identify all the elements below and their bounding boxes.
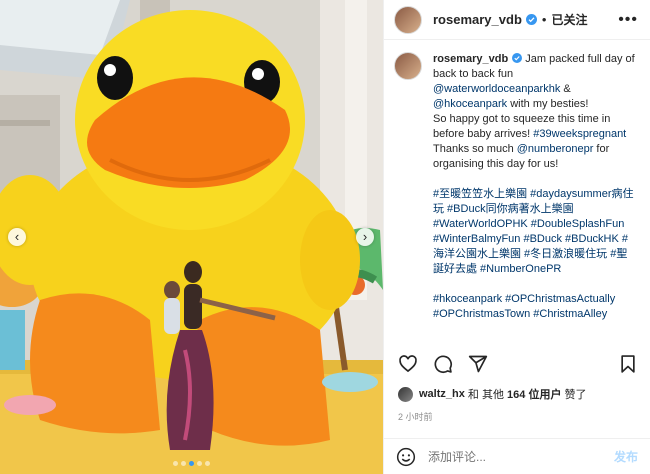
verified-badge-icon bbox=[512, 53, 523, 63]
carousel-dot bbox=[197, 461, 202, 466]
emoji-icon[interactable] bbox=[396, 447, 416, 467]
comment-icon[interactable] bbox=[433, 354, 453, 374]
mention-link[interactable]: @waterworldoceanparkhk bbox=[433, 83, 560, 95]
post-details: rosemary_vdb • 已关注 ••• rosemary_vdb Jam … bbox=[383, 0, 650, 474]
follow-status-button[interactable]: 已关注 bbox=[551, 11, 587, 28]
carousel-prev-button[interactable]: ‹ bbox=[8, 228, 26, 246]
carousel-next-button[interactable]: › bbox=[356, 228, 374, 246]
caption-line: Thanks so much bbox=[433, 143, 517, 155]
hashtag-list[interactable]: #至暖笠笠水上樂園 #daydaysummer病住玩 #BDuck同你病著水上樂… bbox=[433, 187, 638, 277]
action-bar bbox=[398, 352, 638, 376]
carousel-indicator bbox=[0, 461, 383, 466]
more-options-button[interactable]: ••• bbox=[618, 11, 638, 27]
carousel-dot bbox=[205, 461, 210, 466]
caption-line: with my besties! bbox=[507, 98, 589, 110]
likes-and-others: 和 其他 bbox=[467, 389, 504, 401]
caption-avatar[interactable] bbox=[394, 52, 422, 80]
post-header: rosemary_vdb • 已关注 ••• bbox=[384, 0, 650, 40]
post-comment-button[interactable]: 发布 bbox=[614, 448, 638, 465]
share-icon[interactable] bbox=[468, 354, 488, 374]
carousel-dot-active bbox=[189, 461, 194, 466]
comment-bar: 发布 bbox=[384, 438, 650, 474]
separator: • bbox=[541, 12, 547, 27]
verified-badge-icon bbox=[525, 14, 537, 25]
avatar[interactable] bbox=[394, 5, 422, 34]
likes-summary[interactable]: waltz_hx 和 其他 164 位用户 赞了 bbox=[398, 386, 587, 402]
carousel-dot bbox=[181, 461, 186, 466]
photo-scene bbox=[0, 0, 383, 474]
liker-avatar bbox=[398, 386, 413, 402]
hashtag-link[interactable]: #39weekspregnant bbox=[533, 128, 626, 140]
post-timestamp: 2 小时前 bbox=[398, 412, 433, 422]
likes-verb: 赞了 bbox=[564, 389, 587, 401]
liker-username[interactable]: waltz_hx bbox=[419, 388, 465, 400]
caption-username[interactable]: rosemary_vdb bbox=[433, 53, 508, 65]
heart-icon[interactable] bbox=[398, 354, 418, 374]
caption: rosemary_vdb Jam packed full day of back… bbox=[394, 52, 650, 342]
caption-line: & bbox=[560, 83, 571, 95]
caption-text: rosemary_vdb Jam packed full day of back… bbox=[433, 52, 638, 322]
mention-link[interactable]: @hkoceanpark bbox=[433, 98, 507, 110]
header-username[interactable]: rosemary_vdb bbox=[433, 12, 522, 27]
carousel-dot bbox=[173, 461, 178, 466]
post-photo[interactable]: ‹ › bbox=[0, 0, 383, 474]
comment-input[interactable] bbox=[428, 449, 614, 464]
likes-count[interactable]: 164 位用户 bbox=[507, 386, 561, 402]
mention-link[interactable]: @numberonepr bbox=[517, 143, 594, 155]
bookmark-icon[interactable] bbox=[618, 354, 638, 374]
hashtag-list[interactable]: #hkoceanpark #OPChristmasActually #OPChr… bbox=[433, 292, 638, 322]
